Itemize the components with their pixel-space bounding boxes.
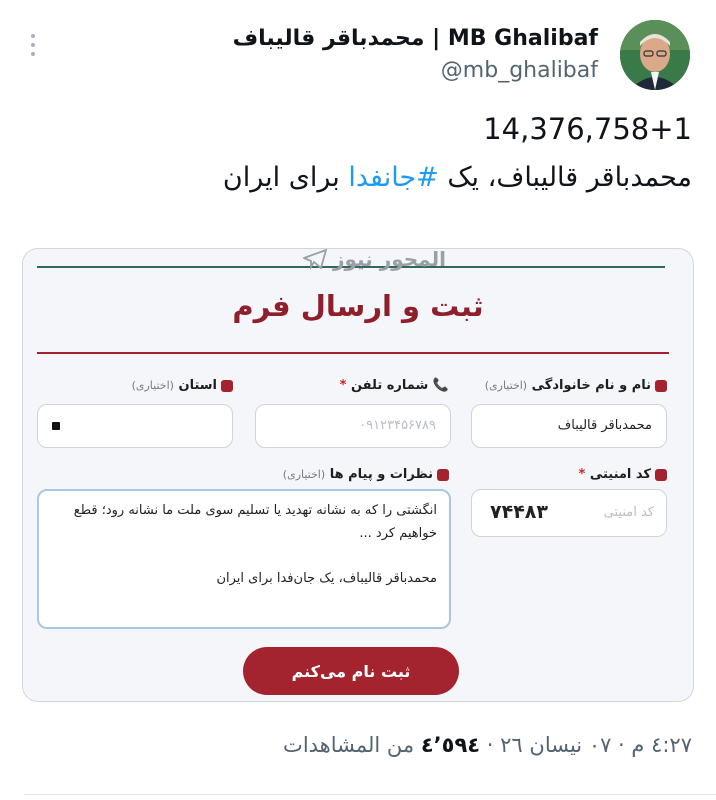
tweet-text-before: محمدباقر قالیباف، یک: [438, 162, 692, 193]
code-required-mark: *: [578, 467, 586, 482]
captcha-icon: [655, 468, 667, 481]
city-icon: [221, 379, 233, 392]
code-field-label: کد امنیتی *: [578, 467, 667, 482]
name-label-text: نام و نام خانوادگی: [531, 378, 651, 393]
phone-required-mark: *: [339, 378, 347, 393]
code-placeholder: کد امنیتی: [603, 505, 654, 520]
message-optional-text: (اختیاری): [282, 468, 326, 481]
bottom-divider: [24, 794, 716, 795]
submit-button[interactable]: ثبت نام می‌کنم: [243, 647, 459, 695]
views-label: من المشاهدات: [283, 733, 415, 757]
name-field-label: نام و نام خانوادگی (اختیاری): [485, 378, 667, 393]
tweet-text-line1: 14,376,758+1: [483, 112, 692, 146]
phone-icon: 📞: [432, 378, 449, 393]
clipboard-icon: [437, 468, 449, 481]
name-optional-text: (اختیاری): [484, 379, 528, 392]
avatar[interactable]: [620, 20, 690, 90]
phone-field-label: 📞 شماره تلفن *: [340, 378, 449, 393]
avatar-portrait-icon: [620, 20, 690, 90]
province-optional-text: (اختیاری): [131, 379, 174, 392]
message-line2: محمدباقر قالیباف، یک جان‌فدا برای ایران: [216, 571, 437, 586]
province-label-text: استان: [178, 378, 217, 393]
telegram-icon: [303, 249, 327, 269]
phone-label-text: شماره تلفن: [350, 378, 429, 393]
code-label-text: کد امنیتی: [589, 467, 651, 482]
watermark: المحور نيوز: [303, 248, 446, 271]
views-count: ٤٬٥٩٤: [420, 733, 481, 757]
message-field-label: نظرات و پیام ها (اختیاری): [283, 467, 449, 482]
message-label-text: نظرات و پیام ها: [329, 467, 433, 482]
user-card-icon: [655, 379, 667, 392]
tweet-text-line2: محمدباقر قالیباف، یک #جانفدا برای ایران: [223, 162, 692, 193]
security-code-input[interactable]: کد امنیتی ۷۴۴۸۳: [471, 489, 667, 537]
phone-input[interactable]: ۰۹۱۲۳۴۵۶۷۸۹: [255, 404, 451, 448]
name-input[interactable]: محمدباقر قالیباف: [471, 404, 667, 448]
province-select-marker: [52, 422, 60, 430]
tweet-meta: ٤:٢٧ م · ٠٧ نيسان ٢٦ · ٤٬٥٩٤ من المشاهدا…: [283, 733, 692, 757]
tweet-time-date[interactable]: ٤:٢٧ م · ٠٧ نيسان ٢٦ ·: [487, 733, 692, 757]
message-line1: انگشتی را که به نشانه تهدید یا تسلیم سوی…: [73, 503, 437, 541]
user-handle[interactable]: @mb_ghalibaf: [441, 58, 598, 83]
captcha-number: ۷۴۴۸۳: [490, 501, 548, 523]
tweet-text-after: برای ایران: [222, 162, 349, 193]
message-textarea[interactable]: انگشتی را که به نشانه تهدید یا تسلیم سوی…: [37, 489, 451, 629]
display-name[interactable]: MB Ghalibaf | محمدباقر قالیباف: [233, 26, 598, 51]
form-title: ثبت و ارسال فرم: [232, 289, 484, 323]
hashtag-link[interactable]: #جانفدا: [348, 162, 438, 193]
attached-image-card[interactable]: المحور نيوز ثبت و ارسال فرم نام و نام خا…: [22, 248, 694, 702]
title-divider: [37, 352, 669, 354]
watermark-text: المحور نيوز: [333, 248, 446, 271]
province-select[interactable]: [37, 404, 233, 448]
province-field-label: استان (اختیاری): [132, 378, 233, 393]
more-options-icon[interactable]: [28, 34, 38, 56]
